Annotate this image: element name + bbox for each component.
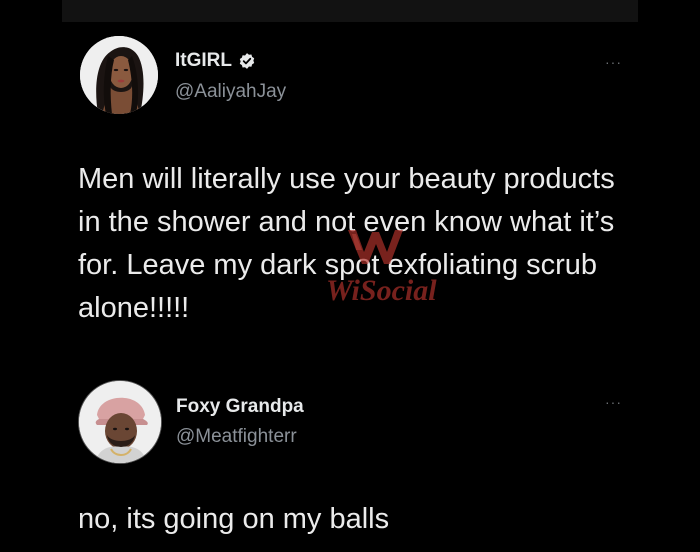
tweet-text: no, its going on my balls	[78, 503, 390, 535]
display-name[interactable]: Foxy Grandpa	[176, 396, 304, 418]
avatar-image	[80, 36, 158, 114]
verified-badge-icon	[239, 53, 255, 69]
avatar[interactable]	[80, 36, 158, 114]
author-row: Foxy Grandpa	[176, 396, 304, 418]
handle[interactable]: @Meatfighterr	[176, 426, 297, 448]
author-row: ItGIRL	[175, 50, 256, 72]
previous-content-strip	[62, 0, 638, 22]
tweet-text: Men will literally use your beauty produ…	[78, 163, 623, 324]
more-options-icon[interactable]: ···	[605, 394, 622, 410]
handle[interactable]: @AaliyahJay	[175, 81, 286, 103]
avatar-image	[79, 381, 161, 463]
display-name[interactable]: ItGIRL	[175, 50, 232, 72]
avatar[interactable]	[78, 380, 162, 464]
more-options-icon[interactable]: ···	[605, 54, 622, 70]
